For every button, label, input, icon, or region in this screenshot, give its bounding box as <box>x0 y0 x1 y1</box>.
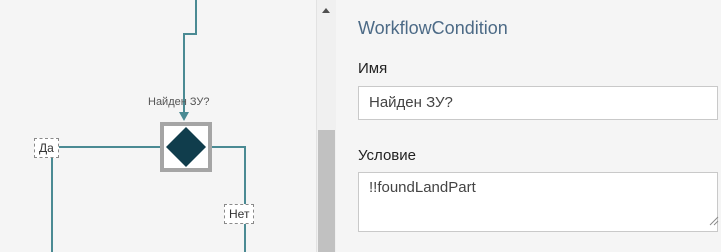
connector-arrowhead <box>179 112 189 121</box>
no-branch-label[interactable]: Нет <box>224 204 255 224</box>
workflow-canvas[interactable]: Найден ЗУ? Да Нет <box>0 0 316 252</box>
condition-textarea[interactable]: !!foundLandPart <box>358 172 718 232</box>
yes-branch-connector <box>51 146 166 252</box>
yes-branch-label[interactable]: Да <box>34 138 59 158</box>
condition-label: Условие <box>358 147 416 164</box>
canvas-vertical-scrollbar[interactable] <box>316 0 336 252</box>
properties-panel: WorkflowCondition Имя Найден ЗУ? Условие… <box>336 0 721 252</box>
properties-title: WorkflowCondition <box>358 18 508 38</box>
scroll-up-arrow-icon[interactable] <box>322 8 330 13</box>
scrollbar-thumb[interactable] <box>318 130 335 252</box>
resize-grip-icon[interactable] <box>709 216 719 226</box>
name-label: Имя <box>358 60 388 77</box>
workflow-diagram <box>51 0 246 252</box>
name-input[interactable]: Найден ЗУ? <box>358 86 718 120</box>
decision-node-caption: Найден ЗУ? <box>148 96 210 108</box>
